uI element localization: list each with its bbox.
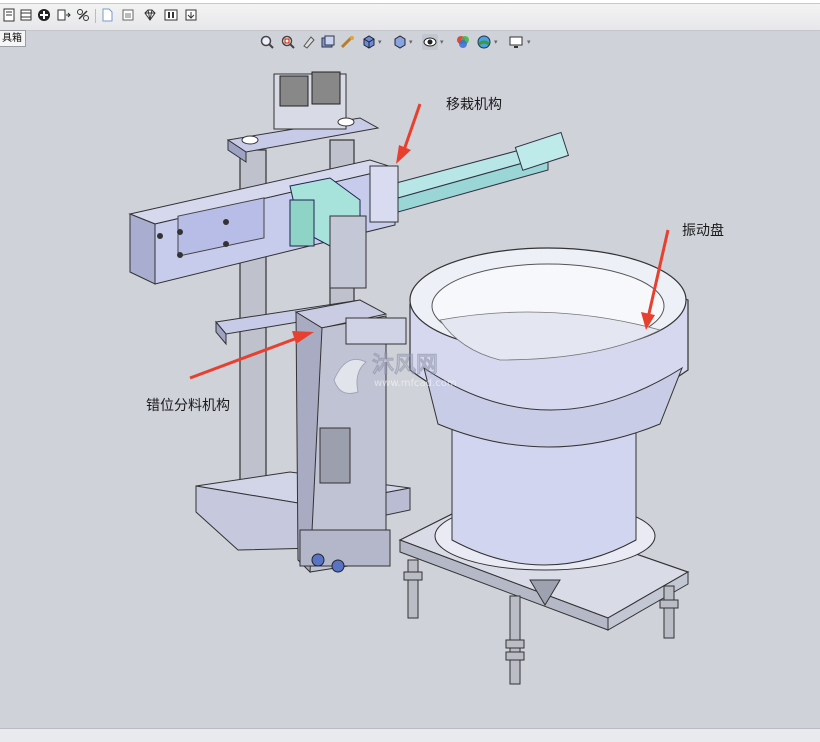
staggered-feeding-mechanism xyxy=(294,215,407,574)
toolbar-separator xyxy=(95,9,96,23)
download-icon[interactable] xyxy=(184,8,198,22)
table-icon[interactable] xyxy=(164,8,178,22)
dropdown-arrow-icon[interactable]: ▾ xyxy=(378,38,382,46)
layout-icon[interactable] xyxy=(19,8,33,22)
circle-plus-icon[interactable] xyxy=(37,8,51,22)
watermark-url-text: www.mfcad.com xyxy=(374,378,457,389)
graphics-viewport[interactable]: 沐风网 www.mfcad.com xyxy=(0,52,820,728)
section-view-icon[interactable] xyxy=(320,34,336,50)
label-staggered-feeding: 错位分料机构 xyxy=(146,398,230,414)
command-toolbar xyxy=(0,4,820,31)
dropdown-arrow-icon[interactable]: ▾ xyxy=(409,38,413,46)
image-icon[interactable] xyxy=(121,8,135,22)
status-bar xyxy=(0,728,820,742)
display-style-icon[interactable] xyxy=(392,34,408,50)
document-icon[interactable] xyxy=(100,8,114,22)
zoom-fit-icon[interactable] xyxy=(259,34,275,50)
dynamic-annotation-icon[interactable] xyxy=(340,34,356,50)
watermark-cn-text: 沐风网 xyxy=(372,353,438,378)
diamond-icon[interactable] xyxy=(143,8,157,22)
view-orientation-icon[interactable] xyxy=(361,34,377,50)
zoom-area-icon[interactable] xyxy=(280,34,296,50)
cad-application-window: 具箱 ▾ ▾ ▾ ▾ ▾ 沐风网 www.mfcad.com 移栽机构 振动盘 … xyxy=(0,0,820,742)
label-transfer-mechanism: 移栽机构 xyxy=(446,97,502,113)
dropdown-arrow-icon[interactable]: ▾ xyxy=(527,38,531,46)
view-settings-icon[interactable] xyxy=(508,34,524,50)
toolbox-tab[interactable]: 具箱 xyxy=(0,30,26,47)
label-vibratory-bowl: 振动盘 xyxy=(682,223,724,239)
dropdown-arrow-icon[interactable]: ▾ xyxy=(440,38,444,46)
edit-appearance-icon[interactable] xyxy=(455,34,471,50)
dropdown-arrow-icon[interactable]: ▾ xyxy=(494,38,498,46)
apply-scene-icon[interactable] xyxy=(476,34,492,50)
assembly-model: 沐风网 www.mfcad.com xyxy=(128,71,690,685)
link-icon[interactable] xyxy=(76,8,90,22)
export-icon[interactable] xyxy=(57,8,71,22)
hide-show-icon[interactable] xyxy=(422,34,438,50)
previous-view-icon[interactable] xyxy=(301,34,317,50)
sheet-icon[interactable] xyxy=(2,8,16,22)
